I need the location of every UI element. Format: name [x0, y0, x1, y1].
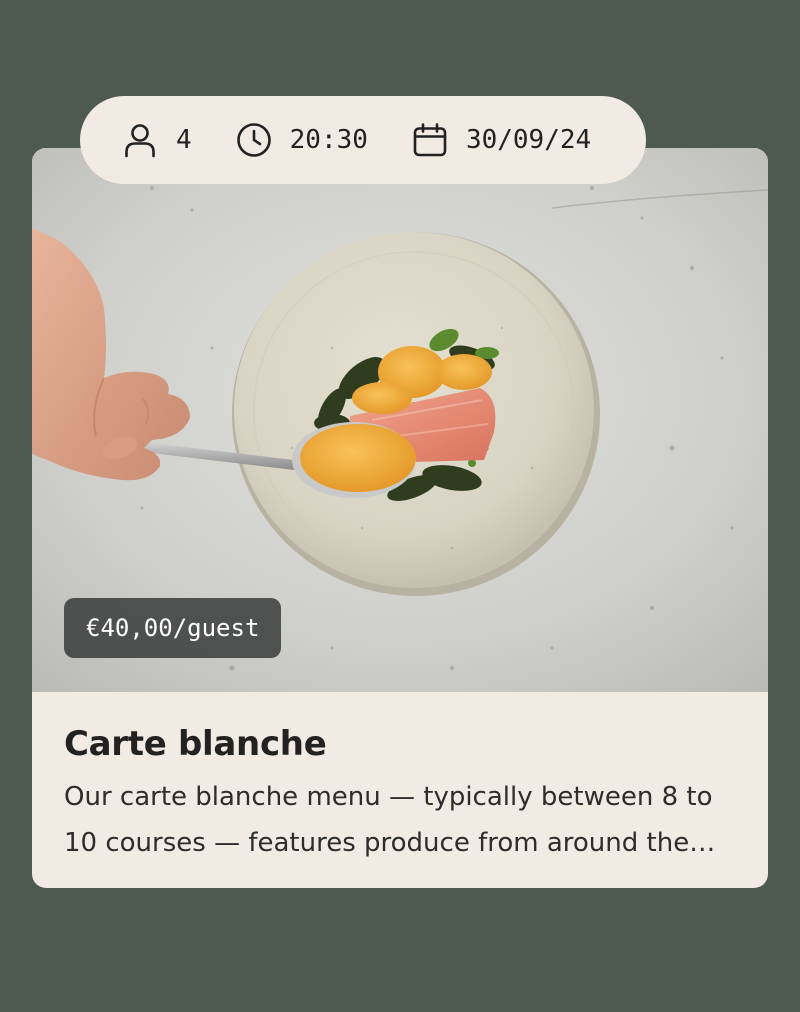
person-icon [122, 122, 158, 158]
menu-info: Carte blanche Our carte blanche menu — t… [32, 692, 768, 888]
reservation-date: 30/09/24 [465, 125, 592, 155]
guest-count: 4 [176, 125, 192, 155]
date-item: 30/09/24 [412, 96, 591, 184]
menu-card[interactable]: €40,00/guest Carte blanche Our carte bla… [32, 148, 768, 888]
menu-description: Our carte blanche menu — typically betwe… [64, 782, 713, 858]
dish-photo: €40,00/guest [32, 148, 768, 692]
price-badge: €40,00/guest [64, 598, 282, 658]
menu-title: Carte blanche [64, 724, 327, 764]
guests-item: 4 [122, 96, 192, 184]
reservation-time: 20:30 [289, 125, 368, 155]
clock-icon [236, 122, 272, 158]
time-item: 20:30 [236, 96, 368, 184]
booking-summary-pill: 4 20:30 30/09/24 [80, 96, 646, 184]
calendar-icon [412, 122, 448, 158]
